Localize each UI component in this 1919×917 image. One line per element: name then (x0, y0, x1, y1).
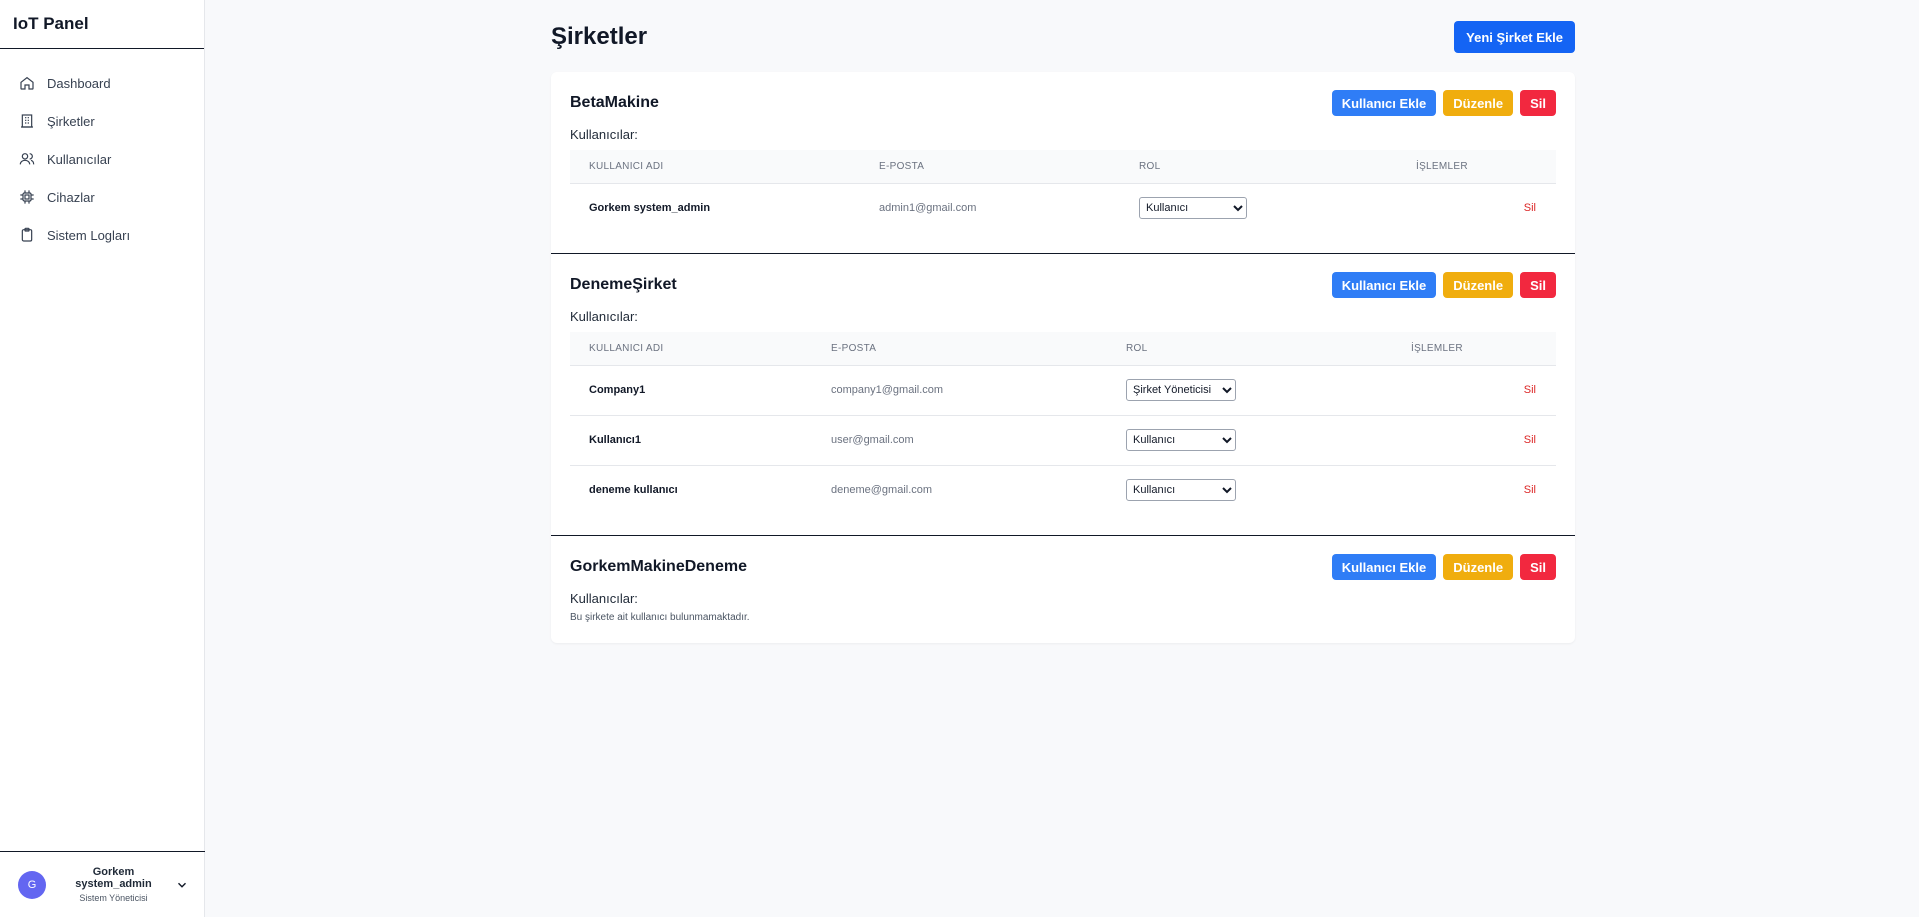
users-table: KULLANICI ADI E-POSTA ROL İŞLEMLER Compa… (570, 332, 1556, 515)
users-heading: Kullanıcılar: (570, 591, 638, 606)
delete-user-link[interactable]: Sil (1524, 434, 1536, 446)
company-name: DenemeŞirket (570, 276, 677, 293)
table-row: Company1 company1@gmail.com Şirket Yönet… (570, 365, 1556, 416)
role-cell: Şirket Yöneticisi (1107, 365, 1392, 416)
add-user-button[interactable]: Kullanıcı Ekle (1331, 554, 1437, 580)
page-header: Şirketler Yeni Şirket Ekle (551, 0, 1575, 72)
actions-cell: Sil (1397, 183, 1556, 233)
main-content: Şirketler Yeni Şirket Ekle BetaMakine Ku… (551, 0, 1575, 643)
add-company-button[interactable]: Yeni Şirket Ekle (1454, 21, 1575, 53)
role-cell: Kullanıcı (1120, 183, 1397, 233)
company-header: GorkemMakineDeneme Kullanıcı Ekle Düzenl… (570, 554, 1556, 580)
app-title: IoT Panel (0, 0, 204, 49)
clipboard-icon (21, 227, 33, 242)
column-header-email: E-POSTA (812, 332, 1107, 366)
delete-user-link[interactable]: Sil (1524, 484, 1536, 496)
building-icon (21, 114, 33, 128)
sidebar-nav: Dashboard Şirketler Kullanıcılar Cihazla… (0, 49, 204, 254)
add-user-button[interactable]: Kullanıcı Ekle (1331, 90, 1437, 116)
username-cell: Kullanıcı1 (570, 415, 812, 466)
sidebar-item-label: Kullanıcılar (47, 151, 112, 167)
delete-company-button[interactable]: Sil (1520, 554, 1556, 580)
no-users-message: Bu şirkete ait kullanıcı bulunmamaktadır… (570, 612, 750, 623)
column-header-username: KULLANICI ADI (570, 332, 812, 366)
sidebar-item-companies[interactable]: Şirketler (0, 102, 204, 140)
table-header-row: KULLANICI ADI E-POSTA ROL İŞLEMLER (570, 150, 1556, 184)
table-row: Kullanıcı1 user@gmail.com Kullanıcı Sil (570, 415, 1556, 466)
sidebar-item-system-logs[interactable]: Sistem Logları (0, 216, 204, 254)
edit-company-button[interactable]: Düzenle (1443, 554, 1514, 580)
email-cell: user@gmail.com (812, 415, 1107, 466)
role-cell: Kullanıcı (1107, 415, 1392, 466)
column-header-username: KULLANICI ADI (570, 150, 860, 184)
avatar: G (18, 870, 46, 899)
company-actions: Kullanıcı Ekle Düzenle Sil (1331, 90, 1556, 116)
email-cell: company1@gmail.com (812, 365, 1107, 416)
company-actions: Kullanıcı Ekle Düzenle Sil (1331, 272, 1556, 298)
user-role: Sistem Yöneticisi (79, 893, 148, 903)
companies-card: BetaMakine Kullanıcı Ekle Düzenle Sil Ku… (551, 72, 1575, 643)
table-row: deneme kullanıcı deneme@gmail.com Kullan… (570, 465, 1556, 515)
company-header: DenemeŞirket Kullanıcı Ekle Düzenle Sil (570, 272, 1556, 298)
delete-company-button[interactable]: Sil (1520, 272, 1556, 298)
sidebar-item-users[interactable]: Kullanıcılar (0, 140, 204, 178)
company-name: BetaMakine (570, 94, 659, 111)
role-cell: Kullanıcı (1107, 465, 1392, 515)
delete-user-link[interactable]: Sil (1524, 202, 1536, 214)
actions-cell: Sil (1392, 465, 1556, 515)
sidebar-item-label: Şirketler (47, 113, 95, 129)
user-name: Gorkem system_admin (75, 866, 152, 890)
role-select[interactable]: Kullanıcı (1126, 479, 1236, 502)
username-cell: Company1 (570, 365, 812, 416)
company-section: BetaMakine Kullanıcı Ekle Düzenle Sil Ku… (551, 72, 1575, 253)
column-header-actions: İŞLEMLER (1392, 332, 1556, 366)
company-name: GorkemMakineDeneme (570, 558, 747, 575)
chip-icon (20, 190, 34, 204)
column-header-actions: İŞLEMLER (1397, 150, 1556, 184)
sidebar: IoT Panel Dashboard Şirketler Kullanıcıl… (0, 0, 205, 917)
users-heading: Kullanıcılar: (570, 127, 638, 142)
table-row: Gorkem system_admin admin1@gmail.com Kul… (570, 183, 1556, 233)
column-header-role: ROL (1120, 150, 1397, 184)
company-section: DenemeŞirket Kullanıcı Ekle Düzenle Sil … (551, 253, 1575, 535)
users-heading: Kullanıcılar: (570, 309, 638, 324)
role-select[interactable]: Kullanıcı (1126, 429, 1236, 451)
edit-company-button[interactable]: Düzenle (1443, 272, 1514, 298)
sidebar-item-label: Cihazlar (47, 189, 95, 205)
delete-company-button[interactable]: Sil (1520, 90, 1556, 116)
role-select[interactable]: Kullanıcı (1139, 197, 1247, 220)
sidebar-item-label: Sistem Logları (47, 227, 131, 243)
email-cell: admin1@gmail.com (879, 202, 977, 215)
username-cell: deneme kullanıcı (589, 484, 678, 497)
sidebar-item-dashboard[interactable]: Dashboard (0, 64, 204, 102)
actions-cell: Sil (1392, 415, 1556, 466)
users-table: KULLANICI ADI E-POSTA ROL İŞLEMLER Gorke… (570, 150, 1556, 233)
sidebar-item-label: Dashboard (47, 75, 111, 91)
user-info: Gorkem system_admin Sistem Yöneticisi (56, 866, 171, 903)
users-icon (19, 153, 35, 165)
username-cell: Gorkem system_admin (589, 202, 711, 215)
table-header-row: KULLANICI ADI E-POSTA ROL İŞLEMLER (570, 332, 1556, 366)
column-header-email: E-POSTA (860, 150, 1120, 184)
chevron-down-icon[interactable] (175, 878, 189, 892)
home-icon (20, 76, 34, 90)
delete-user-link[interactable]: Sil (1524, 384, 1536, 396)
sidebar-item-devices[interactable]: Cihazlar (0, 178, 204, 216)
page-title: Şirketler (551, 23, 648, 50)
company-actions: Kullanıcı Ekle Düzenle Sil (1331, 554, 1556, 580)
actions-cell: Sil (1392, 365, 1556, 416)
email-cell: deneme@gmail.com (831, 484, 933, 497)
add-user-button[interactable]: Kullanıcı Ekle (1331, 272, 1437, 298)
column-header-role: ROL (1107, 332, 1392, 366)
role-select[interactable]: Şirket Yöneticisi (1126, 379, 1236, 401)
company-header: BetaMakine Kullanıcı Ekle Düzenle Sil (570, 90, 1556, 116)
user-menu[interactable]: G Gorkem system_admin Sistem Yöneticisi (0, 851, 205, 917)
company-section: GorkemMakineDeneme Kullanıcı Ekle Düzenl… (551, 535, 1575, 643)
edit-company-button[interactable]: Düzenle (1443, 90, 1514, 116)
